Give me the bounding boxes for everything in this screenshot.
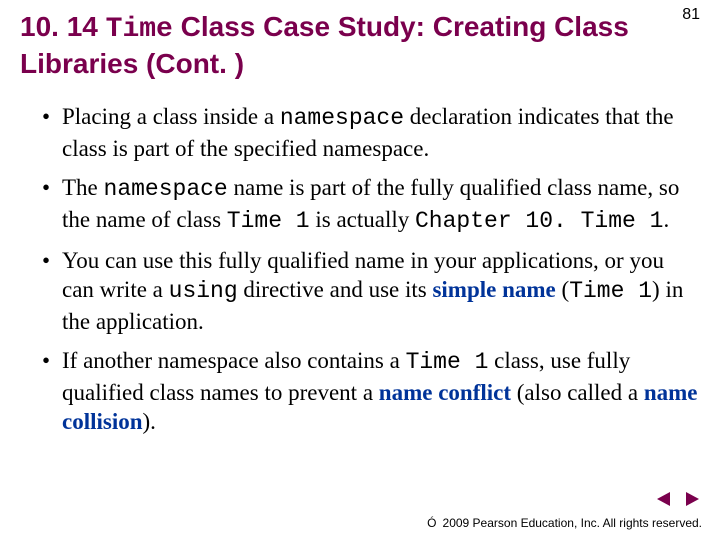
bullet-item: If another namespace also contains a Tim…	[42, 346, 700, 436]
code-text: Time 1	[227, 208, 310, 234]
code-text: namespace	[104, 176, 228, 202]
bullet-item: You can use this fully qualified name in…	[42, 246, 700, 336]
title-code-word: Time	[106, 14, 173, 45]
body-text: (also called a	[511, 380, 644, 405]
bullet-list: Placing a class inside a namespace decla…	[42, 102, 700, 436]
body-text: Placing a class inside a	[62, 104, 280, 129]
body-text: directive and use its	[238, 277, 433, 302]
slide: 10. 14 Time Class Case Study: Creating C…	[0, 0, 720, 540]
code-text: namespace	[280, 105, 404, 131]
body-text: (	[556, 277, 569, 302]
term-text: simple name	[432, 277, 555, 302]
body-text: is actually­	[310, 207, 415, 232]
body-text: If another namespace also contains a	[62, 348, 406, 373]
next-arrow-icon[interactable]	[682, 490, 702, 508]
code-text: Chapter 10. Time 1	[415, 208, 663, 234]
term-text: name conflict	[379, 380, 511, 405]
bullet-item: The namespace name is part of the fully …	[42, 173, 700, 236]
bullet-item: Placing a class inside a namespace decla…	[42, 102, 700, 163]
copyright-symbol: Ó	[427, 516, 436, 530]
slide-title: 10. 14 Time Class Case Study: Creating C…	[20, 10, 674, 80]
title-section-number: 10. 14	[20, 11, 98, 42]
footer: Ó 2009 Pearson Education, Inc. All right…	[427, 516, 702, 530]
header-row: 10. 14 Time Class Case Study: Creating C…	[20, 10, 700, 80]
body-text: The	[62, 175, 104, 200]
prev-arrow-icon[interactable]	[654, 490, 674, 508]
code-text: Time 1	[406, 349, 489, 375]
footer-text: 2009 Pearson Education, Inc. All rights …	[443, 516, 702, 530]
nav-arrows	[654, 490, 702, 508]
code-text: using	[169, 278, 238, 304]
body-text: .	[663, 207, 669, 232]
page-number: 81	[682, 6, 700, 24]
code-text: Time 1	[569, 278, 652, 304]
body-text: ).	[143, 409, 156, 434]
